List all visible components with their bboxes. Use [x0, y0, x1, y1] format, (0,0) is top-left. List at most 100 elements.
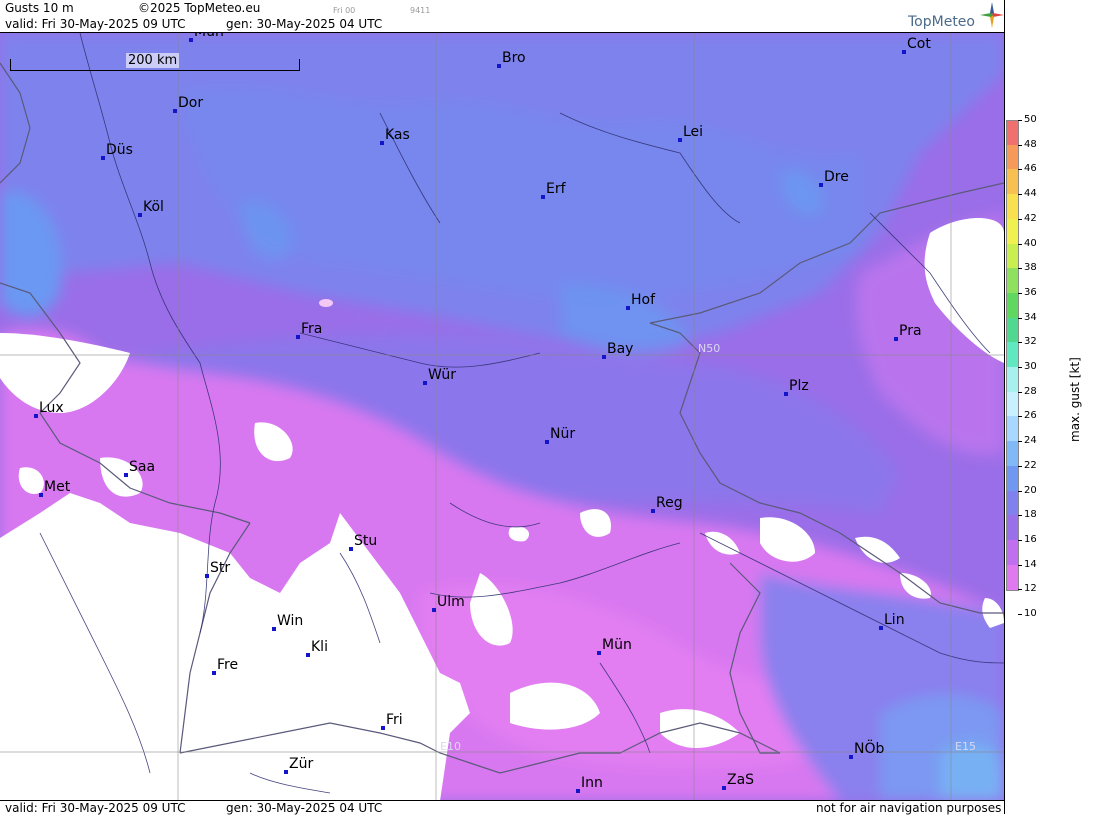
- valid-time: valid: Fri 30-May-2025 09 UTC: [5, 17, 186, 31]
- city-label: Mün: [602, 637, 632, 653]
- tick-mark: [1018, 268, 1022, 270]
- city-dot-icon: [306, 653, 310, 657]
- city-label: ZaS: [727, 772, 755, 788]
- city-dot-icon: [497, 64, 501, 68]
- city-label: Fra: [301, 321, 323, 337]
- city-dot-icon: [380, 141, 384, 145]
- city-label: Saa: [129, 459, 156, 475]
- tick-mark: [1018, 589, 1022, 591]
- city-dot-icon: [879, 626, 883, 630]
- city-label: Reg: [656, 495, 683, 511]
- tick-label: 32: [1024, 336, 1037, 348]
- city-label: Inn: [581, 775, 603, 791]
- city-label: Pra: [899, 323, 922, 339]
- city-dot-icon: [34, 414, 38, 418]
- city-dot-icon: [284, 770, 288, 774]
- city-dot-icon: [722, 786, 726, 790]
- legend-unit: max. gust [kt]: [1068, 357, 1082, 442]
- city-label: Cot: [907, 36, 931, 52]
- tick-mark: [1018, 144, 1022, 146]
- tick-mark: [1018, 120, 1022, 121]
- tick-label: 24: [1024, 435, 1037, 447]
- city-dot-icon: [597, 651, 601, 655]
- tick-mark: [1018, 342, 1022, 344]
- city-label: Düs: [106, 142, 133, 158]
- grid-label-n50: N50: [698, 342, 721, 355]
- city-dot-icon: [545, 440, 549, 444]
- city-label: Hof: [631, 292, 656, 308]
- tick-mark: [1018, 292, 1022, 294]
- city-label: Mün: [194, 32, 224, 40]
- city-dot-icon: [541, 195, 545, 199]
- footer-disclaimer: not for air navigation purposes: [816, 801, 1002, 815]
- scale-label: 200 km: [126, 53, 180, 68]
- tick-mark: [1018, 441, 1022, 443]
- tick-label: 36: [1024, 286, 1037, 298]
- city-dot-icon: [124, 473, 128, 477]
- city-dot-icon: [432, 608, 436, 612]
- tick-label: 44: [1024, 188, 1037, 200]
- tick-mark: [1018, 539, 1022, 541]
- city-label: Nür: [550, 426, 576, 442]
- city-label: NÖb: [854, 741, 885, 757]
- header: Gusts 10 m ©2025 TopMeteo.eu Fri 00 9411…: [0, 0, 1004, 32]
- city-dot-icon: [678, 138, 682, 142]
- city-label: Kas: [385, 127, 410, 143]
- city-label: Dor: [178, 95, 204, 111]
- footer-valid: valid: Fri 30-May-2025 09 UTC: [5, 801, 186, 815]
- city-dot-icon: [381, 726, 385, 730]
- city-label: Met: [44, 479, 71, 495]
- code-label: 9411: [410, 6, 431, 15]
- copyright: ©2025 TopMeteo.eu: [138, 1, 261, 15]
- city-label: Lux: [39, 400, 64, 416]
- city-label: Kli: [311, 639, 328, 655]
- city-label: Wür: [428, 367, 456, 383]
- city-dot-icon: [349, 547, 353, 551]
- city-label: Win: [277, 613, 304, 629]
- tick-label: 30: [1024, 361, 1037, 372]
- city-label: Stu: [354, 533, 378, 549]
- city-dot-icon: [784, 392, 788, 396]
- city-dot-icon: [894, 337, 898, 341]
- gust-map[interactable]: 200 km N50 E10 E15 Mün Bro Cot Dor Kas Lei Düs…: [0, 32, 1004, 801]
- tick-label: 26: [1024, 410, 1037, 422]
- tick-label: 48: [1024, 138, 1037, 150]
- city-label: Fri: [386, 712, 403, 728]
- tick-label: 42: [1024, 212, 1037, 224]
- tick-label: 22: [1024, 459, 1037, 471]
- tick-mark: [1018, 564, 1022, 566]
- tick-label: 14: [1024, 558, 1037, 570]
- city-label: Fre: [217, 657, 239, 673]
- city-dot-icon: [423, 381, 427, 385]
- tick-mark: [1018, 367, 1022, 368]
- tick-label: 40: [1024, 237, 1037, 249]
- city-label: Bay: [607, 341, 634, 357]
- tick-label: 46: [1024, 163, 1037, 175]
- grid-label-e15: E15: [955, 740, 976, 753]
- run-label: Fri 00: [333, 6, 356, 15]
- tick-mark: [1018, 465, 1022, 467]
- tick-mark: [1018, 317, 1022, 319]
- map-field: [0, 33, 1004, 801]
- city-label: Dre: [824, 169, 849, 185]
- city-dot-icon: [212, 671, 216, 675]
- tick-mark: [1018, 490, 1022, 492]
- tick-label: 34: [1024, 311, 1037, 323]
- city-dot-icon: [39, 493, 43, 497]
- city-label: Lei: [683, 124, 704, 140]
- city-label: Ulm: [437, 594, 465, 610]
- tick-label: 18: [1024, 509, 1037, 521]
- city-dot-icon: [189, 38, 193, 42]
- footer: valid: Fri 30-May-2025 09 UTC gen: 30-Ma…: [0, 800, 1004, 815]
- tick-label: 38: [1024, 262, 1037, 274]
- tick-mark: [1018, 515, 1022, 517]
- city-dot-icon: [101, 156, 105, 160]
- city-label: Lin: [884, 612, 905, 628]
- city-dot-icon: [902, 50, 906, 54]
- city-dot-icon: [205, 574, 209, 578]
- tick-mark: [1018, 391, 1022, 393]
- topmeteo-logo[interactable]: TopMeteo: [908, 14, 975, 30]
- tick-mark: [1018, 243, 1022, 245]
- tick-label: 10: [1024, 608, 1037, 619]
- city-dot-icon: [602, 355, 606, 359]
